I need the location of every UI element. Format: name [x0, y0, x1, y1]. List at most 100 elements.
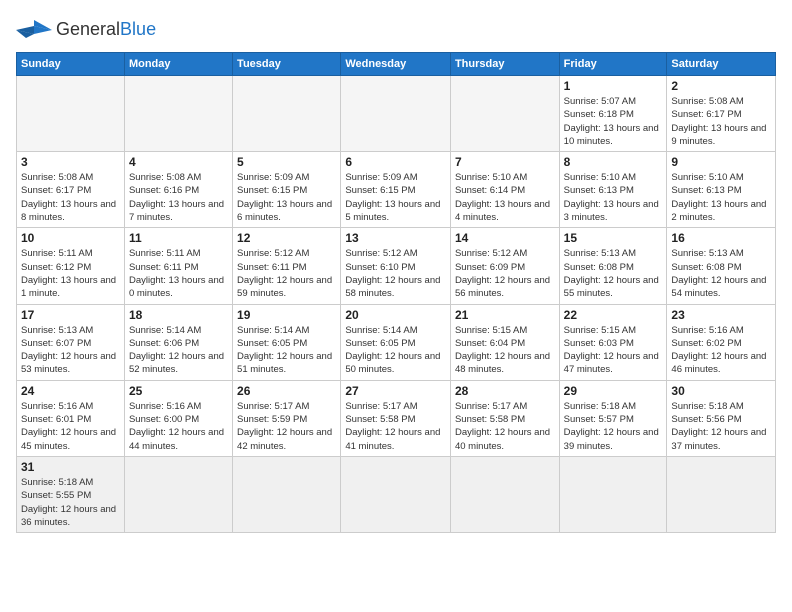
- calendar-cell: 4 Sunrise: 5:08 AM Sunset: 6:16 PM Daylig…: [124, 152, 232, 228]
- day-info: Sunrise: 5:13 AM Sunset: 6:07 PM Dayligh…: [21, 324, 120, 377]
- calendar-cell: 10 Sunrise: 5:11 AM Sunset: 6:12 PM Dayli…: [17, 228, 125, 304]
- day-info: Sunrise: 5:17 AM Sunset: 5:59 PM Dayligh…: [237, 400, 336, 453]
- day-info: Sunrise: 5:10 AM Sunset: 6:14 PM Dayligh…: [455, 171, 555, 224]
- day-number: 7: [455, 155, 555, 169]
- day-info: Sunrise: 5:12 AM Sunset: 6:11 PM Dayligh…: [237, 247, 336, 300]
- calendar-cell: 14 Sunrise: 5:12 AM Sunset: 6:09 PM Dayli…: [450, 228, 559, 304]
- calendar-cell: [17, 76, 125, 152]
- day-number: 18: [129, 308, 228, 322]
- day-number: 5: [237, 155, 336, 169]
- page: GeneralBlue SundayMondayTuesdayWednesday…: [0, 0, 792, 612]
- weekday-header-tuesday: Tuesday: [233, 53, 341, 76]
- calendar-cell: 28Sunrise: 5:17 AM Sunset: 5:58 PM Dayli…: [450, 380, 559, 456]
- calendar-cell: 5Sunrise: 5:09 AM Sunset: 6:15 PM Daylig…: [233, 152, 341, 228]
- day-info: Sunrise: 5:08 AM Sunset: 6:17 PM Dayligh…: [21, 171, 120, 224]
- calendar-cell: 16 Sunrise: 5:13 AM Sunset: 6:08 PM Dayli…: [667, 228, 776, 304]
- calendar-cell: 27Sunrise: 5:17 AM Sunset: 5:58 PM Dayli…: [341, 380, 451, 456]
- calendar-cell: 20 Sunrise: 5:14 AM Sunset: 6:05 PM Dayli…: [341, 304, 451, 380]
- day-info: Sunrise: 5:16 AM Sunset: 6:02 PM Dayligh…: [671, 324, 771, 377]
- day-number: 11: [129, 231, 228, 245]
- calendar-cell: [559, 456, 667, 532]
- day-number: 4: [129, 155, 228, 169]
- calendar-cell: 18 Sunrise: 5:14 AM Sunset: 6:06 PM Dayli…: [124, 304, 232, 380]
- day-info: Sunrise: 5:12 AM Sunset: 6:10 PM Dayligh…: [345, 247, 446, 300]
- weekday-header-thursday: Thursday: [450, 53, 559, 76]
- calendar-cell: 26 Sunrise: 5:17 AM Sunset: 5:59 PM Dayli…: [233, 380, 341, 456]
- day-info: Sunrise: 5:13 AM Sunset: 6:08 PM Dayligh…: [671, 247, 771, 300]
- day-number: 9: [671, 155, 771, 169]
- day-number: 14: [455, 231, 555, 245]
- logo-text: GeneralBlue: [56, 20, 156, 40]
- calendar-week-0: 1 Sunrise: 5:07 AM Sunset: 6:18 PM Daylig…: [17, 76, 776, 152]
- calendar: SundayMondayTuesdayWednesdayThursdayFrid…: [16, 52, 776, 533]
- day-info: Sunrise: 5:11 AM Sunset: 6:12 PM Dayligh…: [21, 247, 120, 300]
- day-info: Sunrise: 5:18 AM Sunset: 5:57 PM Dayligh…: [564, 400, 663, 453]
- day-number: 25: [129, 384, 228, 398]
- day-number: 16: [671, 231, 771, 245]
- day-info: Sunrise: 5:08 AM Sunset: 6:17 PM Dayligh…: [671, 95, 771, 148]
- weekday-header-saturday: Saturday: [667, 53, 776, 76]
- day-info: Sunrise: 5:07 AM Sunset: 6:18 PM Dayligh…: [564, 95, 663, 148]
- logo-general: GeneralBlue: [56, 19, 156, 39]
- day-info: Sunrise: 5:18 AM Sunset: 5:55 PM Dayligh…: [21, 476, 120, 529]
- calendar-cell: [667, 456, 776, 532]
- day-number: 30: [671, 384, 771, 398]
- calendar-cell: [450, 76, 559, 152]
- day-info: Sunrise: 5:14 AM Sunset: 6:05 PM Dayligh…: [237, 324, 336, 377]
- day-number: 3: [21, 155, 120, 169]
- day-number: 23: [671, 308, 771, 322]
- calendar-cell: [233, 76, 341, 152]
- calendar-week-5: 31 Sunrise: 5:18 AM Sunset: 5:55 PM Dayli…: [17, 456, 776, 532]
- day-info: Sunrise: 5:13 AM Sunset: 6:08 PM Dayligh…: [564, 247, 663, 300]
- calendar-cell: 19 Sunrise: 5:14 AM Sunset: 6:05 PM Dayli…: [233, 304, 341, 380]
- day-number: 21: [455, 308, 555, 322]
- day-number: 22: [564, 308, 663, 322]
- day-number: 10: [21, 231, 120, 245]
- day-number: 2: [671, 79, 771, 93]
- calendar-cell: 6Sunrise: 5:09 AM Sunset: 6:15 PM Daylig…: [341, 152, 451, 228]
- day-number: 26: [237, 384, 336, 398]
- calendar-cell: [341, 76, 451, 152]
- calendar-body: 1 Sunrise: 5:07 AM Sunset: 6:18 PM Daylig…: [17, 76, 776, 533]
- calendar-cell: 22Sunrise: 5:15 AM Sunset: 6:03 PM Dayli…: [559, 304, 667, 380]
- day-number: 1: [564, 79, 663, 93]
- calendar-cell: 30Sunrise: 5:18 AM Sunset: 5:56 PM Dayli…: [667, 380, 776, 456]
- day-info: Sunrise: 5:17 AM Sunset: 5:58 PM Dayligh…: [455, 400, 555, 453]
- logo-icon: [16, 16, 52, 44]
- day-number: 31: [21, 460, 120, 474]
- day-info: Sunrise: 5:14 AM Sunset: 6:06 PM Dayligh…: [129, 324, 228, 377]
- day-info: Sunrise: 5:16 AM Sunset: 6:00 PM Dayligh…: [129, 400, 228, 453]
- calendar-cell: 3 Sunrise: 5:08 AM Sunset: 6:17 PM Daylig…: [17, 152, 125, 228]
- calendar-cell: 13 Sunrise: 5:12 AM Sunset: 6:10 PM Dayli…: [341, 228, 451, 304]
- calendar-cell: [450, 456, 559, 532]
- day-number: 12: [237, 231, 336, 245]
- calendar-cell: [124, 456, 232, 532]
- calendar-week-1: 3 Sunrise: 5:08 AM Sunset: 6:17 PM Daylig…: [17, 152, 776, 228]
- day-number: 8: [564, 155, 663, 169]
- day-number: 19: [237, 308, 336, 322]
- day-info: Sunrise: 5:08 AM Sunset: 6:16 PM Dayligh…: [129, 171, 228, 224]
- header: GeneralBlue: [16, 16, 776, 44]
- calendar-cell: 11Sunrise: 5:11 AM Sunset: 6:11 PM Dayli…: [124, 228, 232, 304]
- calendar-cell: 17Sunrise: 5:13 AM Sunset: 6:07 PM Dayli…: [17, 304, 125, 380]
- calendar-cell: [233, 456, 341, 532]
- calendar-week-2: 10 Sunrise: 5:11 AM Sunset: 6:12 PM Dayli…: [17, 228, 776, 304]
- day-number: 20: [345, 308, 446, 322]
- calendar-cell: 24 Sunrise: 5:16 AM Sunset: 6:01 PM Dayli…: [17, 380, 125, 456]
- day-info: Sunrise: 5:12 AM Sunset: 6:09 PM Dayligh…: [455, 247, 555, 300]
- calendar-cell: 9 Sunrise: 5:10 AM Sunset: 6:13 PM Daylig…: [667, 152, 776, 228]
- day-info: Sunrise: 5:09 AM Sunset: 6:15 PM Dayligh…: [345, 171, 446, 224]
- calendar-cell: 2 Sunrise: 5:08 AM Sunset: 6:17 PM Daylig…: [667, 76, 776, 152]
- day-info: Sunrise: 5:16 AM Sunset: 6:01 PM Dayligh…: [21, 400, 120, 453]
- day-number: 13: [345, 231, 446, 245]
- calendar-cell: 29Sunrise: 5:18 AM Sunset: 5:57 PM Dayli…: [559, 380, 667, 456]
- day-info: Sunrise: 5:14 AM Sunset: 6:05 PM Dayligh…: [345, 324, 446, 377]
- logo: GeneralBlue: [16, 16, 156, 44]
- calendar-week-4: 24 Sunrise: 5:16 AM Sunset: 6:01 PM Dayli…: [17, 380, 776, 456]
- day-info: Sunrise: 5:10 AM Sunset: 6:13 PM Dayligh…: [671, 171, 771, 224]
- day-number: 24: [21, 384, 120, 398]
- calendar-cell: 25 Sunrise: 5:16 AM Sunset: 6:00 PM Dayli…: [124, 380, 232, 456]
- calendar-cell: 31 Sunrise: 5:18 AM Sunset: 5:55 PM Dayli…: [17, 456, 125, 532]
- day-info: Sunrise: 5:10 AM Sunset: 6:13 PM Dayligh…: [564, 171, 663, 224]
- weekday-header-wednesday: Wednesday: [341, 53, 451, 76]
